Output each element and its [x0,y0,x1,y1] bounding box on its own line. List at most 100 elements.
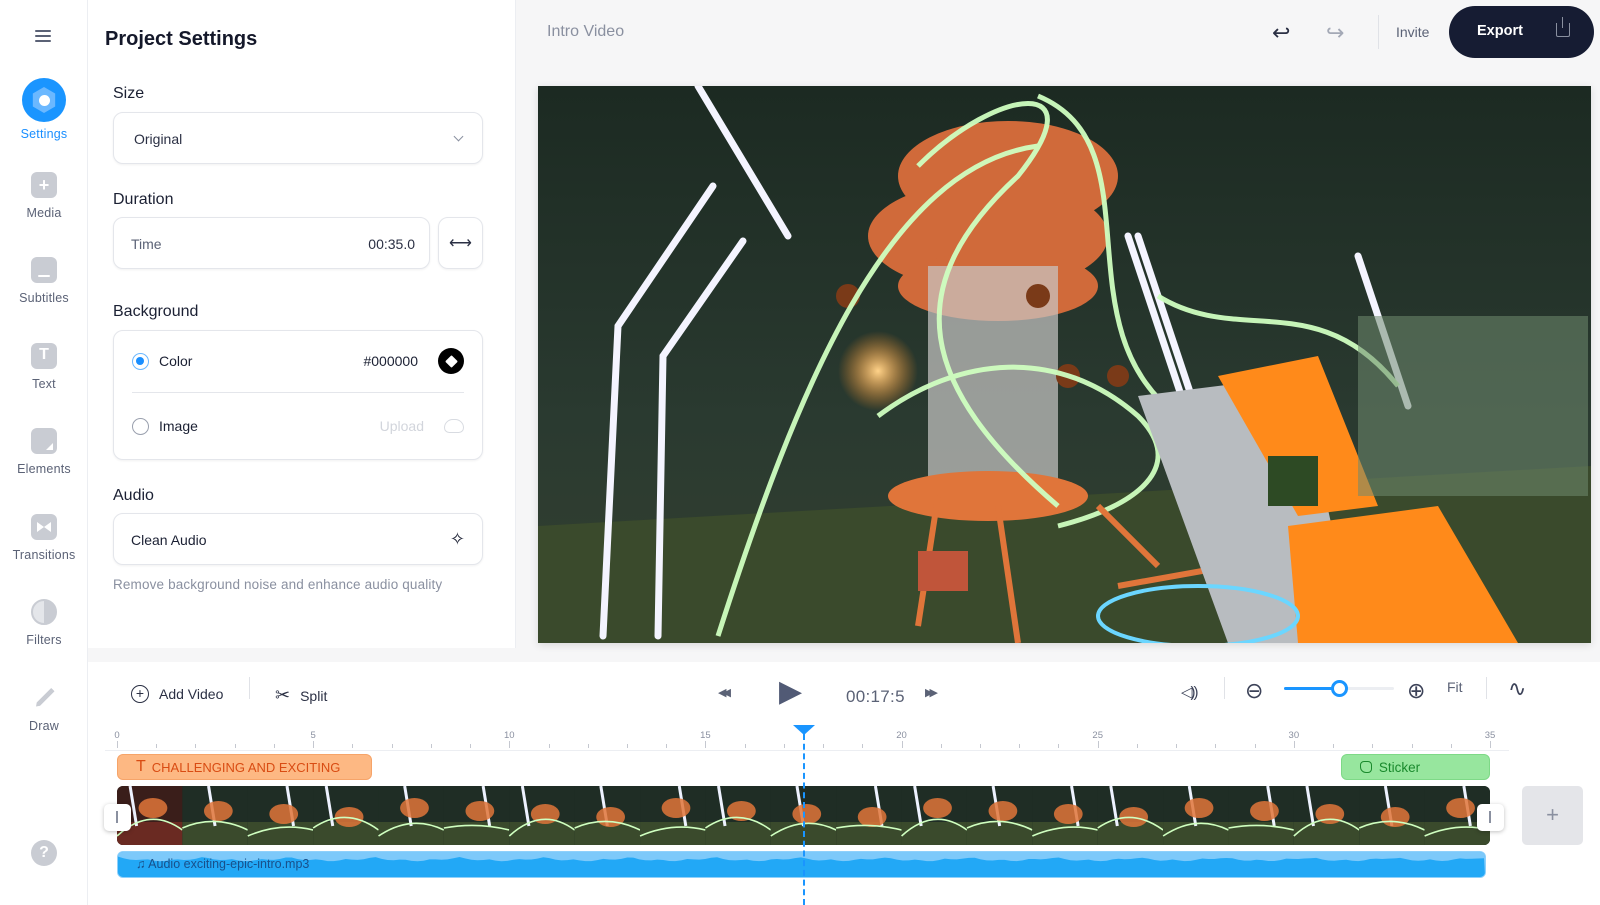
sidebar-item-transitions[interactable]: Transitions [0,514,88,562]
video-thumbnail-frame [836,786,902,845]
split-button[interactable]: ✂ Split [275,685,327,706]
ruler-minor-tick [352,744,354,748]
export-button[interactable]: Export [1449,6,1594,58]
paint-bucket-icon[interactable] [438,348,464,374]
duration-label: Duration [113,191,174,208]
sidebar-item-text[interactable]: T Text [0,343,88,391]
redo-icon[interactable]: ↪ [1326,20,1344,46]
ruler-major-tick [1097,741,1099,748]
sidebar-item-label: Elements [17,462,71,476]
clean-audio-option[interactable]: Clean Audio ✧ [113,513,483,565]
sidebar-item-filters[interactable]: Filters [0,599,88,647]
video-thumbnail-frame [704,786,772,845]
color-radio[interactable] [132,352,149,370]
sticker-icon [31,428,57,454]
add-clip-button[interactable]: + [1522,786,1583,845]
video-thumbnail-frame [1162,786,1229,845]
undo-icon[interactable]: ↩ [1272,20,1290,46]
arrows-horizontal-icon: ⟷ [449,235,472,252]
ruler-minor-tick [430,744,432,748]
menu-icon[interactable] [35,30,51,42]
size-select[interactable]: Original [113,112,483,164]
color-hex-value[interactable]: #000000 [363,353,418,369]
sidebar-item-label: Settings [20,127,68,141]
sidebar-item-label: Draw [29,719,59,733]
video-thumbnail-frame [312,786,379,845]
help-icon[interactable]: ? [31,840,57,866]
ruler-minor-tick [666,744,668,748]
background-label: Background [113,303,199,320]
zoom-in-icon[interactable]: ⊕ [1407,678,1425,704]
add-video-label: Add Video [159,686,224,702]
sidebar-item-label: Text [32,377,56,391]
ruler-minor-tick [1450,744,1452,748]
trim-handle-right[interactable] [1477,804,1504,831]
music-note-icon: ♫ [136,857,146,871]
sparkle-icon[interactable]: ✧ [450,529,465,550]
sidebar-item-elements[interactable]: Elements [0,428,88,476]
play-icon[interactable]: ▶ [779,674,802,709]
rewind-icon[interactable]: ◀◀ [718,686,731,699]
ruler-label: 0 [114,730,120,741]
video-thumbnail-frame [639,786,706,845]
divider [132,392,464,393]
waveform-icon[interactable]: ∿ [1508,676,1526,702]
ruler-minor-tick [470,744,472,748]
sidebar-item-draw[interactable]: Draw [0,685,88,733]
trim-handle-left[interactable] [104,804,131,831]
video-thumbnail-frame [1228,786,1295,845]
project-settings-panel: Project Settings Size Original Duration … [88,0,516,648]
size-label: Size [113,85,145,102]
fast-forward-icon[interactable]: ▶▶ [925,686,938,699]
audio-file-name: Audio exciting-epic-intro.mp3 [148,857,310,871]
zoom-slider-thumb[interactable] [1331,680,1348,697]
video-thumbnail-frame [1097,786,1164,845]
fit-button[interactable]: Fit [1447,679,1463,695]
clean-audio-label: Clean Audio [131,532,207,548]
text-clip[interactable]: T CHALLENGING AND EXCITING [117,754,372,780]
zoom-out-icon[interactable]: ⊖ [1245,678,1263,704]
image-option-label: Image [159,418,198,434]
zoom-slider[interactable] [1284,680,1394,697]
split-label: Split [300,687,328,704]
sidebar-item-subtitles[interactable]: Subtitles [0,257,88,305]
ruler-baseline [105,750,1509,751]
add-video-button[interactable]: + Add Video [131,685,223,703]
text-icon: T [136,758,146,775]
ruler-label: 10 [503,730,515,741]
sidebar-item-settings[interactable]: Settings [0,78,88,141]
swap-duration-button[interactable]: ⟷ [438,217,483,269]
playhead-line [802,734,805,905]
divider [1378,15,1379,49]
upload-link[interactable]: Upload [380,418,424,434]
ruler-major-tick [1490,741,1491,748]
ruler-major-tick [901,741,903,748]
ruler-minor-tick [862,744,864,748]
half-circle-icon [31,599,57,625]
scissors-icon: ✂ [275,685,291,705]
ruler-minor-tick [1176,744,1178,748]
video-thumbnail-frame [378,786,445,845]
cloud-upload-icon[interactable] [444,419,464,433]
background-image-option[interactable]: Image Upload [132,411,464,441]
background-color-option[interactable]: Color #000000 [132,346,464,376]
ruler-major-tick [117,741,118,748]
sidebar-item-label: Transitions [12,548,76,562]
ruler-minor-tick [234,744,236,748]
volume-icon[interactable]: ◁)) [1181,683,1198,701]
ruler-minor-tick [1333,744,1335,748]
duration-field[interactable]: Time 00:35.0 [113,217,430,269]
invite-button[interactable]: Invite [1396,24,1429,40]
subtitles-icon [31,257,57,283]
video-thumbnail-frame [182,786,249,845]
sidebar: Settings + Media Subtitles T Text Elemen… [0,0,88,905]
image-radio[interactable] [132,417,149,435]
video-preview[interactable] [538,86,1591,643]
project-title[interactable]: Intro Video [547,23,624,41]
ruler-label: 30 [1288,730,1300,741]
ruler-label: 25 [1092,730,1103,741]
current-time: 00:17:5 [846,687,905,706]
sticker-clip[interactable]: Sticker [1340,754,1490,780]
sidebar-item-media[interactable]: + Media [0,172,88,220]
sidebar-item-label: Media [26,206,62,220]
